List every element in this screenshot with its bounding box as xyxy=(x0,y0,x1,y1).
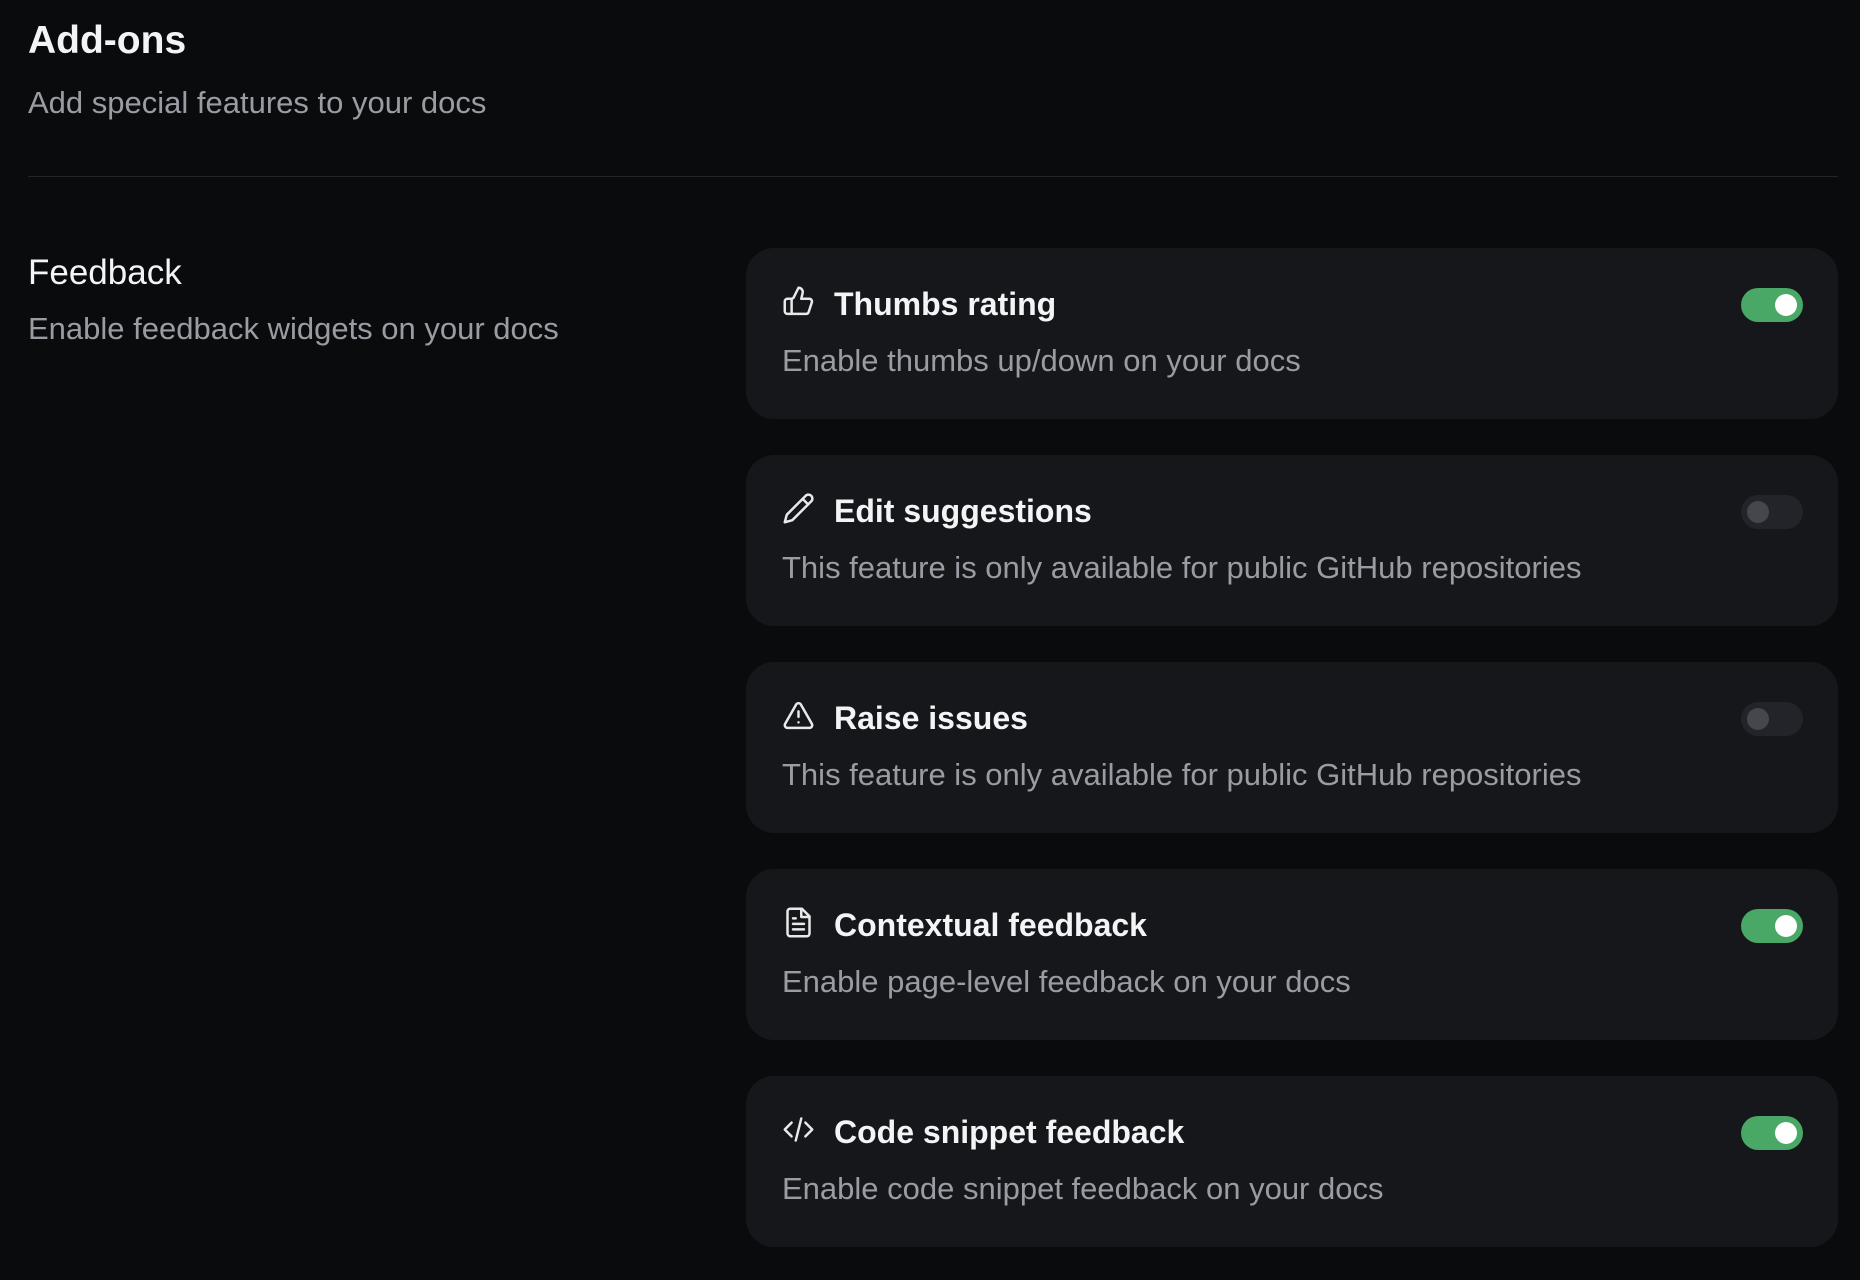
page-subtitle: Add special features to your docs xyxy=(28,85,487,120)
toggle-knob xyxy=(1775,915,1797,937)
thumbs-rating-toggle[interactable] xyxy=(1741,288,1803,322)
addon-card-raise-issues: Raise issues This feature is only availa… xyxy=(746,662,1838,833)
addon-description: Enable thumbs up/down on your docs xyxy=(782,343,1301,378)
thumbs-up-icon xyxy=(782,285,815,318)
toggle-knob xyxy=(1747,708,1769,730)
code-snippet-feedback-toggle[interactable] xyxy=(1741,1116,1803,1150)
pencil-icon xyxy=(782,492,815,525)
addon-description: Enable code snippet feedback on your doc… xyxy=(782,1171,1384,1206)
addon-cards: Thumbs rating Enable thumbs up/down on y… xyxy=(746,248,1838,1280)
toggle-knob xyxy=(1747,501,1769,523)
addon-card-contextual-feedback: Contextual feedback Enable page-level fe… xyxy=(746,869,1838,1040)
addon-description: This feature is only available for publi… xyxy=(782,757,1582,792)
feedback-section-info: Feedback Enable feedback widgets on your… xyxy=(28,252,688,348)
section-title: Feedback xyxy=(28,253,182,292)
code-icon xyxy=(782,1113,815,1146)
toggle-knob xyxy=(1775,294,1797,316)
addon-description: This feature is only available for publi… xyxy=(782,550,1582,585)
edit-suggestions-toggle[interactable] xyxy=(1741,495,1803,529)
section-description: Enable feedback widgets on your docs xyxy=(28,311,559,346)
addon-title: Contextual feedback xyxy=(834,907,1147,943)
document-icon xyxy=(782,906,815,939)
page-title: Add-ons xyxy=(28,19,187,62)
toggle-knob xyxy=(1775,1122,1797,1144)
addon-title: Raise issues xyxy=(834,700,1028,736)
warning-triangle-icon xyxy=(782,699,815,732)
header-divider xyxy=(28,176,1838,177)
addon-card-thumbs-rating: Thumbs rating Enable thumbs up/down on y… xyxy=(746,248,1838,419)
contextual-feedback-toggle[interactable] xyxy=(1741,909,1803,943)
addons-settings-page: Add-ons Add special features to your doc… xyxy=(0,0,1860,1280)
addon-title: Code snippet feedback xyxy=(834,1114,1185,1150)
addon-description: Enable page-level feedback on your docs xyxy=(782,964,1351,999)
addon-card-edit-suggestions: Edit suggestions This feature is only av… xyxy=(746,455,1838,626)
addon-card-code-snippet-feedback: Code snippet feedback Enable code snippe… xyxy=(746,1076,1838,1247)
addon-title: Thumbs rating xyxy=(834,286,1057,322)
page-header: Add-ons Add special features to your doc… xyxy=(28,18,486,122)
raise-issues-toggle[interactable] xyxy=(1741,702,1803,736)
addon-title: Edit suggestions xyxy=(834,493,1092,529)
